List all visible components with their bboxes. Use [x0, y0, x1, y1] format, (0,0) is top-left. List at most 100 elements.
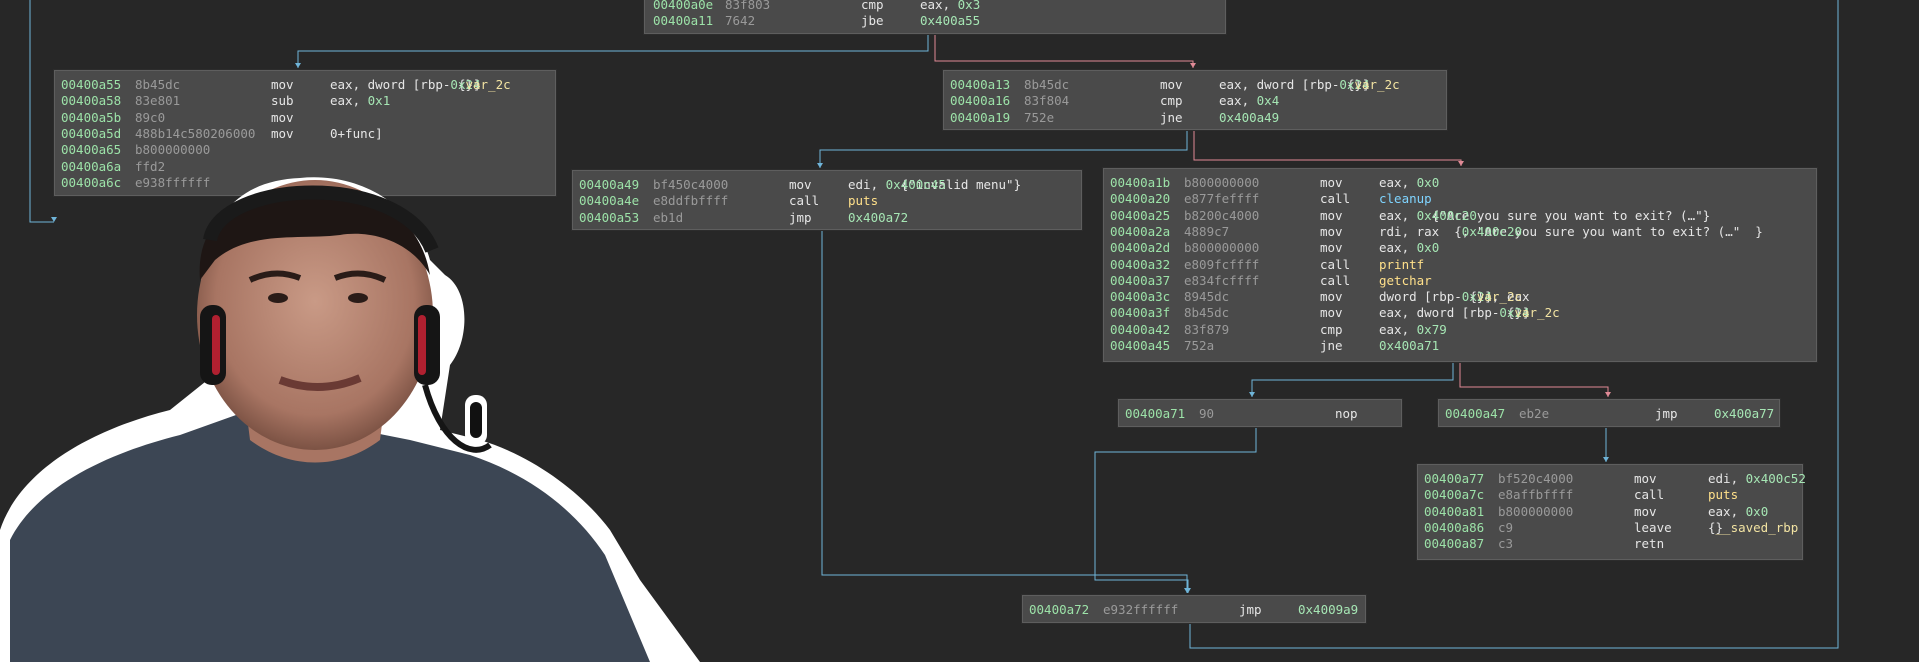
- instruction-address[interactable]: 00400a3c: [1110, 289, 1170, 305]
- instruction-row[interactable]: 00400a13 8b45dc mov eax, dword [rbp- 0x24 {v…: [944, 77, 1446, 93]
- instruction-mnemonic: call: [789, 193, 820, 209]
- instruction-address[interactable]: 00400a2d: [1110, 240, 1170, 256]
- instruction-address[interactable]: 00400a77: [1424, 471, 1484, 487]
- instruction-row[interactable]: 00400a32 e809fcffff call printf: [1104, 257, 1816, 273]
- instruction-address[interactable]: 00400a13: [950, 77, 1010, 93]
- instruction-mnemonic: jbe: [861, 13, 884, 29]
- instruction-opcode-bytes: c9: [1498, 519, 1514, 535]
- instruction-address[interactable]: 00400a72: [1029, 602, 1089, 618]
- instruction-address[interactable]: 00400a25: [1110, 208, 1170, 224]
- instruction-address[interactable]: 00400a47: [1445, 406, 1505, 422]
- instruction-row[interactable]: 00400a7c e8affbffff call puts: [1418, 487, 1802, 503]
- instruction-opcode-bytes: e877feffff: [1184, 191, 1260, 207]
- edge-arrowhead: [1605, 392, 1611, 397]
- instruction-operands[interactable]: eax, 0x0: [1379, 240, 1439, 256]
- instruction-address[interactable]: 00400a87: [1424, 536, 1484, 552]
- instruction-address[interactable]: 00400a2a: [1110, 224, 1170, 240]
- instruction-address[interactable]: 00400a16: [950, 93, 1010, 109]
- instruction-operands[interactable]: eax, 0x0: [1708, 504, 1768, 520]
- instruction-row[interactable]: 00400a11 7642 jbe 0x400a55: [645, 13, 1225, 29]
- instruction-row[interactable]: 00400a81 b800000000 mov eax, 0x0: [1418, 504, 1802, 520]
- basic-block-a1b[interactable]: 00400a1b b800000000 mov eax, 0x0 00400a20 e87…: [1103, 168, 1817, 362]
- basic-block-a71[interactable]: 00400a71 90 nop: [1118, 399, 1402, 427]
- instruction-address[interactable]: 00400a0e: [653, 0, 713, 13]
- instruction-row[interactable]: 00400a20 e877feffff call cleanup: [1104, 191, 1816, 207]
- instruction-mnemonic: cmp: [861, 0, 884, 12]
- instruction-address[interactable]: 00400a86: [1424, 520, 1484, 536]
- instruction-address[interactable]: 00400a81: [1424, 504, 1484, 520]
- instruction-opcode-bytes: b800000000: [1184, 240, 1260, 256]
- instruction-row[interactable]: 00400a86 c9 leave {__saved_rbp}: [1418, 520, 1802, 536]
- instruction-operands[interactable]: edi, 0x400c45 {"invalid menu"}: [848, 177, 1021, 193]
- instruction-address[interactable]: 00400a3f: [1110, 305, 1170, 321]
- instruction-opcode-bytes: 8b45dc: [135, 77, 181, 92]
- instruction-row[interactable]: 00400a16 83f804 cmp eax, 0x4: [944, 93, 1446, 109]
- graph-edge: [1193, 130, 1462, 166]
- instruction-row[interactable]: 00400a19 752e jne 0x400a49: [944, 110, 1446, 126]
- instruction-operands[interactable]: edi, 0x400c52: [1708, 471, 1806, 487]
- instruction-opcode-bytes: c3: [1498, 536, 1514, 552]
- basic-block-a72[interactable]: 00400a72 e932ffffff jmp 0x4009a9: [1022, 595, 1366, 623]
- instruction-row[interactable]: 00400a42 83f879 cmp eax, 0x79: [1104, 322, 1816, 338]
- instruction-operands[interactable]: {__saved_rbp}: [1708, 520, 1798, 536]
- graph-edge: [1094, 427, 1257, 593]
- instruction-row[interactable]: 00400a37 e834fcffff call getchar: [1104, 273, 1816, 289]
- instruction-row[interactable]: 00400a3c 8945dc mov dword [rbp- 0x24 {var_2c…: [1104, 289, 1816, 305]
- instruction-address[interactable]: 00400a20: [1110, 191, 1170, 207]
- instruction-address[interactable]: 00400a19: [950, 110, 1010, 126]
- graph-edge: [1459, 362, 1609, 397]
- instruction-operands[interactable]: eax, dword [rbp- 0x24 {var_2c}]: [1219, 77, 1400, 93]
- instruction-operands[interactable]: eax, 0x79: [1379, 322, 1447, 338]
- basic-block-top[interactable]: 00400a0e 83f803 cmp eax, 0x3 00400a11 7642 jbe…: [644, 0, 1226, 34]
- instruction-opcode-bytes: b800000000: [1184, 175, 1260, 190]
- instruction-mnemonic: mov: [1320, 240, 1343, 256]
- instruction-address[interactable]: 00400a32: [1110, 257, 1170, 273]
- basic-block-a77[interactable]: 00400a77 bf520c4000 mov edi, 0x400c52 00400a…: [1417, 464, 1806, 560]
- instruction-address[interactable]: 00400a71: [1125, 406, 1185, 422]
- instruction-opcode-bytes: 83f879: [1184, 321, 1230, 337]
- instruction-mnemonic: mov: [1320, 223, 1343, 239]
- instruction-row[interactable]: 00400a3f 8b45dc mov eax, dword [rbp- 0x24 {v…: [1104, 305, 1816, 321]
- instruction-operands[interactable]: eax, dword [rbp- 0x24 {var_2c}]: [1379, 305, 1560, 321]
- instruction-row[interactable]: 00400a25 b8200c4000 mov eax, 0x400c20 {"Are…: [1104, 208, 1816, 224]
- instruction-row[interactable]: 00400a77 bf520c4000 mov edi, 0x400c52: [1418, 471, 1806, 487]
- instruction-row[interactable]: 00400a47 eb2e jmp 0x400a77: [1439, 406, 1779, 422]
- instruction-opcode-bytes: 4889c7: [1184, 223, 1230, 239]
- instruction-opcode-bytes: 752a: [1184, 338, 1215, 353]
- instruction-row[interactable]: 00400a58 83e801 sub eax, 0x1: [55, 93, 555, 109]
- instruction-address[interactable]: 00400a58: [61, 93, 121, 109]
- basic-block-a47[interactable]: 00400a47 eb2e jmp 0x400a77: [1438, 399, 1780, 427]
- instruction-row[interactable]: 00400a0e 83f803 cmp eax, 0x3: [645, 0, 1225, 13]
- instruction-operands[interactable]: eax, dword [rbp- 0x24 {var_2c}]: [330, 77, 511, 93]
- instruction-address[interactable]: 00400a7c: [1424, 487, 1484, 503]
- instruction-operands[interactable]: dword [rbp- 0x24 {var_2c}], eax: [1379, 289, 1530, 305]
- instruction-mnemonic: call: [1320, 256, 1351, 272]
- instruction-mnemonic: nop: [1335, 406, 1358, 421]
- instruction-address[interactable]: 00400a45: [1110, 338, 1170, 354]
- instruction-row[interactable]: 00400a72 e932ffffff jmp 0x4009a9: [1023, 602, 1365, 618]
- instruction-row[interactable]: 00400a55 8b45dc mov eax, dword [rbp- 0x24 {v…: [55, 77, 555, 93]
- instruction-operands[interactable]: eax, 0x4: [1219, 93, 1279, 109]
- instruction-operands[interactable]: eax, 0x0: [1379, 175, 1439, 191]
- instruction-row[interactable]: 00400a71 90 nop: [1119, 406, 1401, 422]
- instruction-row[interactable]: 00400a2d b800000000 mov eax, 0x0: [1104, 240, 1816, 256]
- instruction-address[interactable]: 00400a1b: [1110, 175, 1170, 191]
- instruction-address[interactable]: 00400a55: [61, 77, 121, 93]
- instruction-address[interactable]: 00400a11: [653, 13, 713, 29]
- instruction-operands[interactable]: eax, 0x3: [920, 0, 980, 13]
- instruction-mnemonic: call: [1320, 191, 1351, 207]
- instruction-row[interactable]: 00400a2a 4889c7 mov rdi, rax {0x400c20, "Ar…: [1104, 224, 1816, 240]
- instruction-operands[interactable]: eax, 0x400c20 {"Are you sure you want to…: [1379, 208, 1710, 224]
- instruction-mnemonic: call: [1320, 272, 1351, 288]
- basic-block-a13[interactable]: 00400a13 8b45dc mov eax, dword [rbp- 0x24 {v…: [943, 70, 1447, 130]
- instruction-row[interactable]: 00400a1b b800000000 mov eax, 0x0: [1104, 175, 1816, 191]
- edge-arrowhead: [1603, 457, 1609, 462]
- instruction-row[interactable]: 00400a45 752a jne 0x400a71: [1104, 338, 1816, 354]
- instruction-address[interactable]: 00400a42: [1110, 322, 1170, 338]
- instruction-mnemonic: jmp: [1239, 602, 1262, 617]
- instruction-operands[interactable]: eax, 0x1: [330, 93, 390, 109]
- instruction-row[interactable]: 00400a87 c3 retn: [1418, 536, 1802, 552]
- instruction-address[interactable]: 00400a37: [1110, 273, 1170, 289]
- instruction-operands[interactable]: rdi, rax {0x400c20, "Are you sure you wa…: [1379, 224, 1763, 240]
- instruction-opcode-bytes: 8945dc: [1184, 289, 1230, 305]
